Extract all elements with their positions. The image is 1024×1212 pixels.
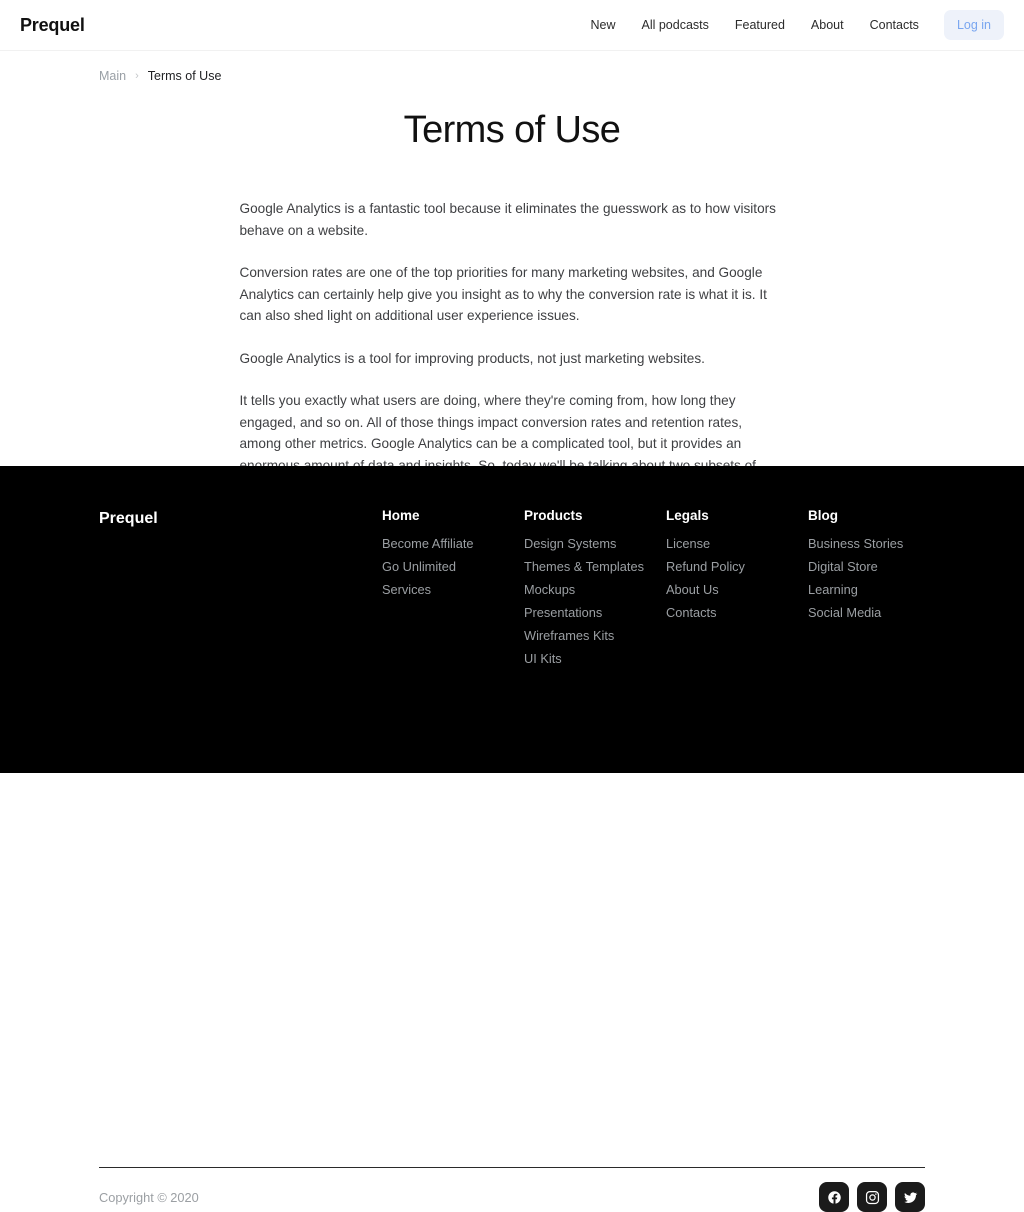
- footer-link[interactable]: Design Systems: [524, 536, 666, 551]
- footer-link[interactable]: UI Kits: [524, 651, 666, 666]
- facebook-icon: [827, 1190, 842, 1205]
- footer-divider: [99, 1167, 925, 1168]
- page-title: Terms of Use: [403, 109, 621, 151]
- footer-link[interactable]: Contacts: [666, 605, 808, 620]
- footer-column-heading: Products: [524, 508, 583, 523]
- footer-link[interactable]: License: [666, 536, 808, 551]
- footer-link[interactable]: Mockups: [524, 582, 666, 597]
- footer-link-columns: Home Become Affiliate Go Unlimited Servi…: [382, 509, 950, 675]
- login-button[interactable]: Log in: [943, 10, 1004, 40]
- footer-column-home: Home Become Affiliate Go Unlimited Servi…: [382, 509, 524, 675]
- footer-link[interactable]: Social Media: [808, 605, 950, 620]
- article-paragraph: Google Analytics is a tool for improving…: [239, 350, 705, 366]
- footer-link[interactable]: Themes & Templates: [524, 559, 666, 574]
- brand-logo[interactable]: Prequel: [20, 15, 85, 36]
- footer-brand-logo[interactable]: Prequel: [99, 509, 382, 675]
- article-body: Google Analytics is a fantastic tool bec…: [240, 198, 785, 498]
- twitter-link[interactable]: [895, 1182, 925, 1212]
- twitter-icon: [903, 1190, 918, 1205]
- chevron-right-icon: ›: [135, 70, 139, 82]
- footer-link[interactable]: Learning: [808, 582, 950, 597]
- copyright-text: Copyright © 2020: [99, 1189, 199, 1205]
- footer-bottom-bar: Copyright © 2020: [99, 1182, 925, 1212]
- footer-column-heading: Legals: [666, 508, 709, 523]
- breadcrumb-item-current: Terms of Use: [147, 69, 222, 83]
- footer-column-blog: Blog Business Stories Digital Store Lear…: [808, 509, 950, 675]
- footer-column-legals: Legals License Refund Policy About Us Co…: [666, 509, 808, 675]
- instagram-link[interactable]: [857, 1182, 887, 1212]
- site-footer: Prequel Home Become Affiliate Go Unlimit…: [0, 466, 1024, 1212]
- nav-item-featured[interactable]: Featured: [722, 19, 798, 32]
- breadcrumb: Main › Terms of Use: [0, 51, 1024, 83]
- footer-link[interactable]: Go Unlimited: [382, 559, 524, 574]
- footer-link[interactable]: Presentations: [524, 605, 666, 620]
- footer-link[interactable]: About Us: [666, 582, 808, 597]
- nav-item-about[interactable]: About: [798, 19, 857, 32]
- article-paragraph: Google Analytics is a fantastic tool bec…: [239, 201, 776, 238]
- nav-item-all-podcasts[interactable]: All podcasts: [628, 19, 721, 32]
- facebook-link[interactable]: [819, 1182, 849, 1212]
- footer-link[interactable]: Wireframes Kits: [524, 628, 666, 643]
- nav-item-new[interactable]: New: [577, 19, 628, 32]
- footer-column-products: Products Design Systems Themes & Templat…: [524, 509, 666, 675]
- instagram-icon: [865, 1190, 880, 1205]
- footer-link[interactable]: Digital Store: [808, 559, 950, 574]
- footer-columns-area: Prequel Home Become Affiliate Go Unlimit…: [0, 466, 1024, 675]
- footer-link[interactable]: Become Affiliate: [382, 536, 524, 551]
- social-links: [819, 1182, 925, 1212]
- site-header: Prequel New All podcasts Featured About …: [0, 0, 1024, 51]
- article-paragraph: Conversion rates are one of the top prio…: [239, 265, 767, 323]
- footer-link[interactable]: Refund Policy: [666, 559, 808, 574]
- main-content: Terms of Use Google Analytics is a fanta…: [0, 109, 1024, 498]
- footer-link[interactable]: Business Stories: [808, 536, 950, 551]
- breadcrumb-item-main[interactable]: Main: [99, 69, 126, 83]
- footer-column-heading: Home: [382, 508, 420, 523]
- nav-item-contacts[interactable]: Contacts: [857, 19, 932, 32]
- footer-link[interactable]: Services: [382, 582, 524, 597]
- footer-column-heading: Blog: [808, 508, 838, 523]
- main-navigation: New All podcasts Featured About Contacts…: [577, 10, 1004, 40]
